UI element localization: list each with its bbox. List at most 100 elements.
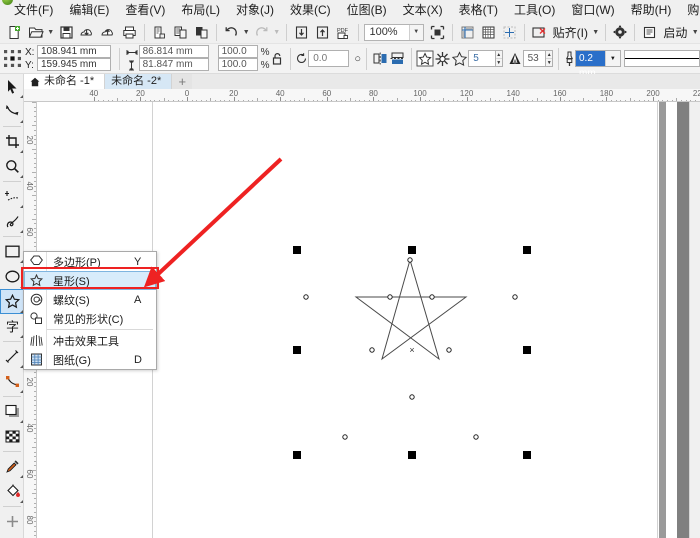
x-position-input[interactable]: 108.941 mm <box>37 45 111 58</box>
options-gear-button[interactable] <box>609 22 630 43</box>
launch-label[interactable]: 启动 <box>660 24 690 41</box>
star-points-spinner[interactable]: ▲▼ <box>496 50 503 67</box>
ruler-v-tick <box>34 503 36 504</box>
full-screen-preview-button[interactable] <box>427 22 448 43</box>
polygon-tool-mode[interactable] <box>416 48 434 69</box>
scale-x-input[interactable]: 100.0 <box>218 45 258 58</box>
show-guides-button[interactable] <box>499 22 520 43</box>
mirror-vertical-button[interactable] <box>389 48 406 69</box>
horizontal-ruler[interactable]: 4020020406080100120140160180200220 <box>24 89 700 102</box>
import-box-button[interactable] <box>291 22 312 43</box>
open-document-dropdown[interactable]: ▼ <box>46 22 56 43</box>
cut-button[interactable] <box>149 22 170 43</box>
zoom-level-combo[interactable]: 100% ▼ <box>364 24 423 41</box>
snap-to-icon-button[interactable] <box>529 22 550 43</box>
object-origin-selector[interactable] <box>3 48 22 69</box>
pick-tool[interactable] <box>0 74 24 99</box>
complex-star-tool-mode[interactable] <box>451 48 468 69</box>
zoom-tool[interactable] <box>0 154 24 179</box>
menu-view[interactable]: 查看(V) <box>117 1 173 20</box>
export-box-button[interactable] <box>312 22 333 43</box>
freehand-tool[interactable] <box>0 184 24 209</box>
flyout-item-star[interactable]: 星形(S) <box>24 271 156 290</box>
redo-dropdown[interactable]: ▼ <box>272 22 282 43</box>
lock-aspect-ratio-toggle[interactable] <box>270 48 285 69</box>
ruler-v-tick <box>34 186 36 187</box>
paste-button[interactable] <box>191 22 212 43</box>
outline-width-combo[interactable]: 0.2 mm ▼ <box>575 50 621 67</box>
color-eyedropper-tool[interactable] <box>0 454 24 479</box>
import-button[interactable] <box>77 22 98 43</box>
publish-pdf-button[interactable]: PDF <box>333 22 354 43</box>
ellipse-tool[interactable] <box>0 264 24 289</box>
menu-help[interactable]: 帮助(H) <box>623 1 680 20</box>
star-tool-mode[interactable] <box>434 48 451 69</box>
show-rulers-button[interactable] <box>457 22 478 43</box>
open-document-button[interactable] <box>25 22 46 43</box>
zoom-level-dropdown-arrow[interactable]: ▼ <box>409 25 423 40</box>
polygon-tool[interactable] <box>0 289 24 314</box>
menu-file[interactable]: 文件(F) <box>6 1 61 20</box>
menu-effects[interactable]: 效果(C) <box>282 1 339 20</box>
outline-width-dropdown-arrow[interactable]: ▼ <box>605 51 620 66</box>
snap-to-dropdown[interactable]: ▼ <box>591 22 601 43</box>
menu-edit[interactable]: 编辑(E) <box>61 1 117 20</box>
add-document-tab-button[interactable]: + <box>172 74 192 89</box>
menu-object[interactable]: 对象(J) <box>228 1 282 20</box>
copy-button[interactable] <box>170 22 191 43</box>
flyout-item-impact-effect[interactable]: 冲击效果工具 <box>24 331 156 350</box>
mirror-horizontal-button[interactable] <box>372 48 389 69</box>
star-sharpness-input[interactable]: 53 <box>523 50 547 67</box>
artistic-media-tool[interactable] <box>0 209 24 234</box>
snap-to-label[interactable]: 贴齐(I) <box>550 24 591 41</box>
star-sharpness-spinner[interactable]: ▲▼ <box>546 50 553 67</box>
transparency-tool[interactable] <box>0 424 24 449</box>
star-points-input[interactable]: 5 <box>468 50 495 67</box>
polygon-tool-flyout[interactable]: 多边形(P) Y 星形(S) 螺纹(S) A 常见的形状(C) <box>23 251 157 370</box>
menu-window[interactable]: 窗口(W) <box>563 1 622 20</box>
menu-layout[interactable]: 布局(L) <box>173 1 228 20</box>
connector-tool[interactable] <box>0 369 24 394</box>
flyout-item-common-shapes[interactable]: 常见的形状(C) <box>24 309 156 328</box>
crop-tool[interactable] <box>0 129 24 154</box>
interactive-fill-tool[interactable] <box>0 479 24 504</box>
shape-edit-tool[interactable] <box>0 99 24 124</box>
menu-tools[interactable]: 工具(O) <box>506 1 563 20</box>
flyout-item-spiral[interactable]: 螺纹(S) A <box>24 290 156 309</box>
y-position-input[interactable]: 159.945 mm <box>37 58 111 71</box>
rotation-angle-input[interactable]: 0.0 <box>308 50 349 67</box>
launch-icon-button[interactable] <box>639 22 660 43</box>
parallel-dimension-tool[interactable] <box>0 344 24 369</box>
save-document-button[interactable] <box>56 22 77 43</box>
width-input[interactable]: 86.814 mm <box>139 45 209 58</box>
ruler-v-tick <box>34 163 36 164</box>
height-input[interactable]: 81.847 mm <box>139 58 209 71</box>
flyout-item-polygon[interactable]: 多边形(P) Y <box>24 252 156 271</box>
new-document-button[interactable] <box>4 22 25 43</box>
rectangle-tool[interactable] <box>0 239 24 264</box>
redo-button[interactable] <box>251 22 272 43</box>
launch-dropdown[interactable]: ▼ <box>690 22 700 43</box>
menu-text[interactable]: 文本(X) <box>395 1 451 20</box>
scale-y-input[interactable]: 100.0 <box>218 58 258 71</box>
undo-dropdown[interactable]: ▼ <box>241 22 251 43</box>
document-tab-1[interactable]: 未命名 -1* <box>24 74 105 89</box>
outline-style-preview[interactable] <box>624 50 700 67</box>
document-tab-2[interactable]: 未命名 -2* <box>105 74 172 89</box>
menu-buy[interactable]: 购买 <box>679 1 700 20</box>
undo-button[interactable] <box>220 22 241 43</box>
propbar-separator-3 <box>366 48 367 70</box>
text-tool[interactable]: 字 <box>0 314 24 339</box>
menu-bitmaps[interactable]: 位图(B) <box>339 1 395 20</box>
drop-shadow-tool[interactable] <box>0 399 24 424</box>
quick-customize-button[interactable] <box>0 509 24 534</box>
menu-table[interactable]: 表格(T) <box>451 1 506 20</box>
ruler-h-minor-tick <box>550 100 551 102</box>
export-button[interactable] <box>98 22 119 43</box>
flyout-item-graph-paper[interactable]: 图纸(G) D <box>24 350 156 369</box>
show-grid-button[interactable] <box>478 22 499 43</box>
ruler-h-minor-tick <box>257 98 258 101</box>
flyout-item-polygon-label: 多边形(P) <box>46 254 134 270</box>
print-button[interactable] <box>119 22 140 43</box>
canvas-right-gutter[interactable] <box>689 102 700 538</box>
